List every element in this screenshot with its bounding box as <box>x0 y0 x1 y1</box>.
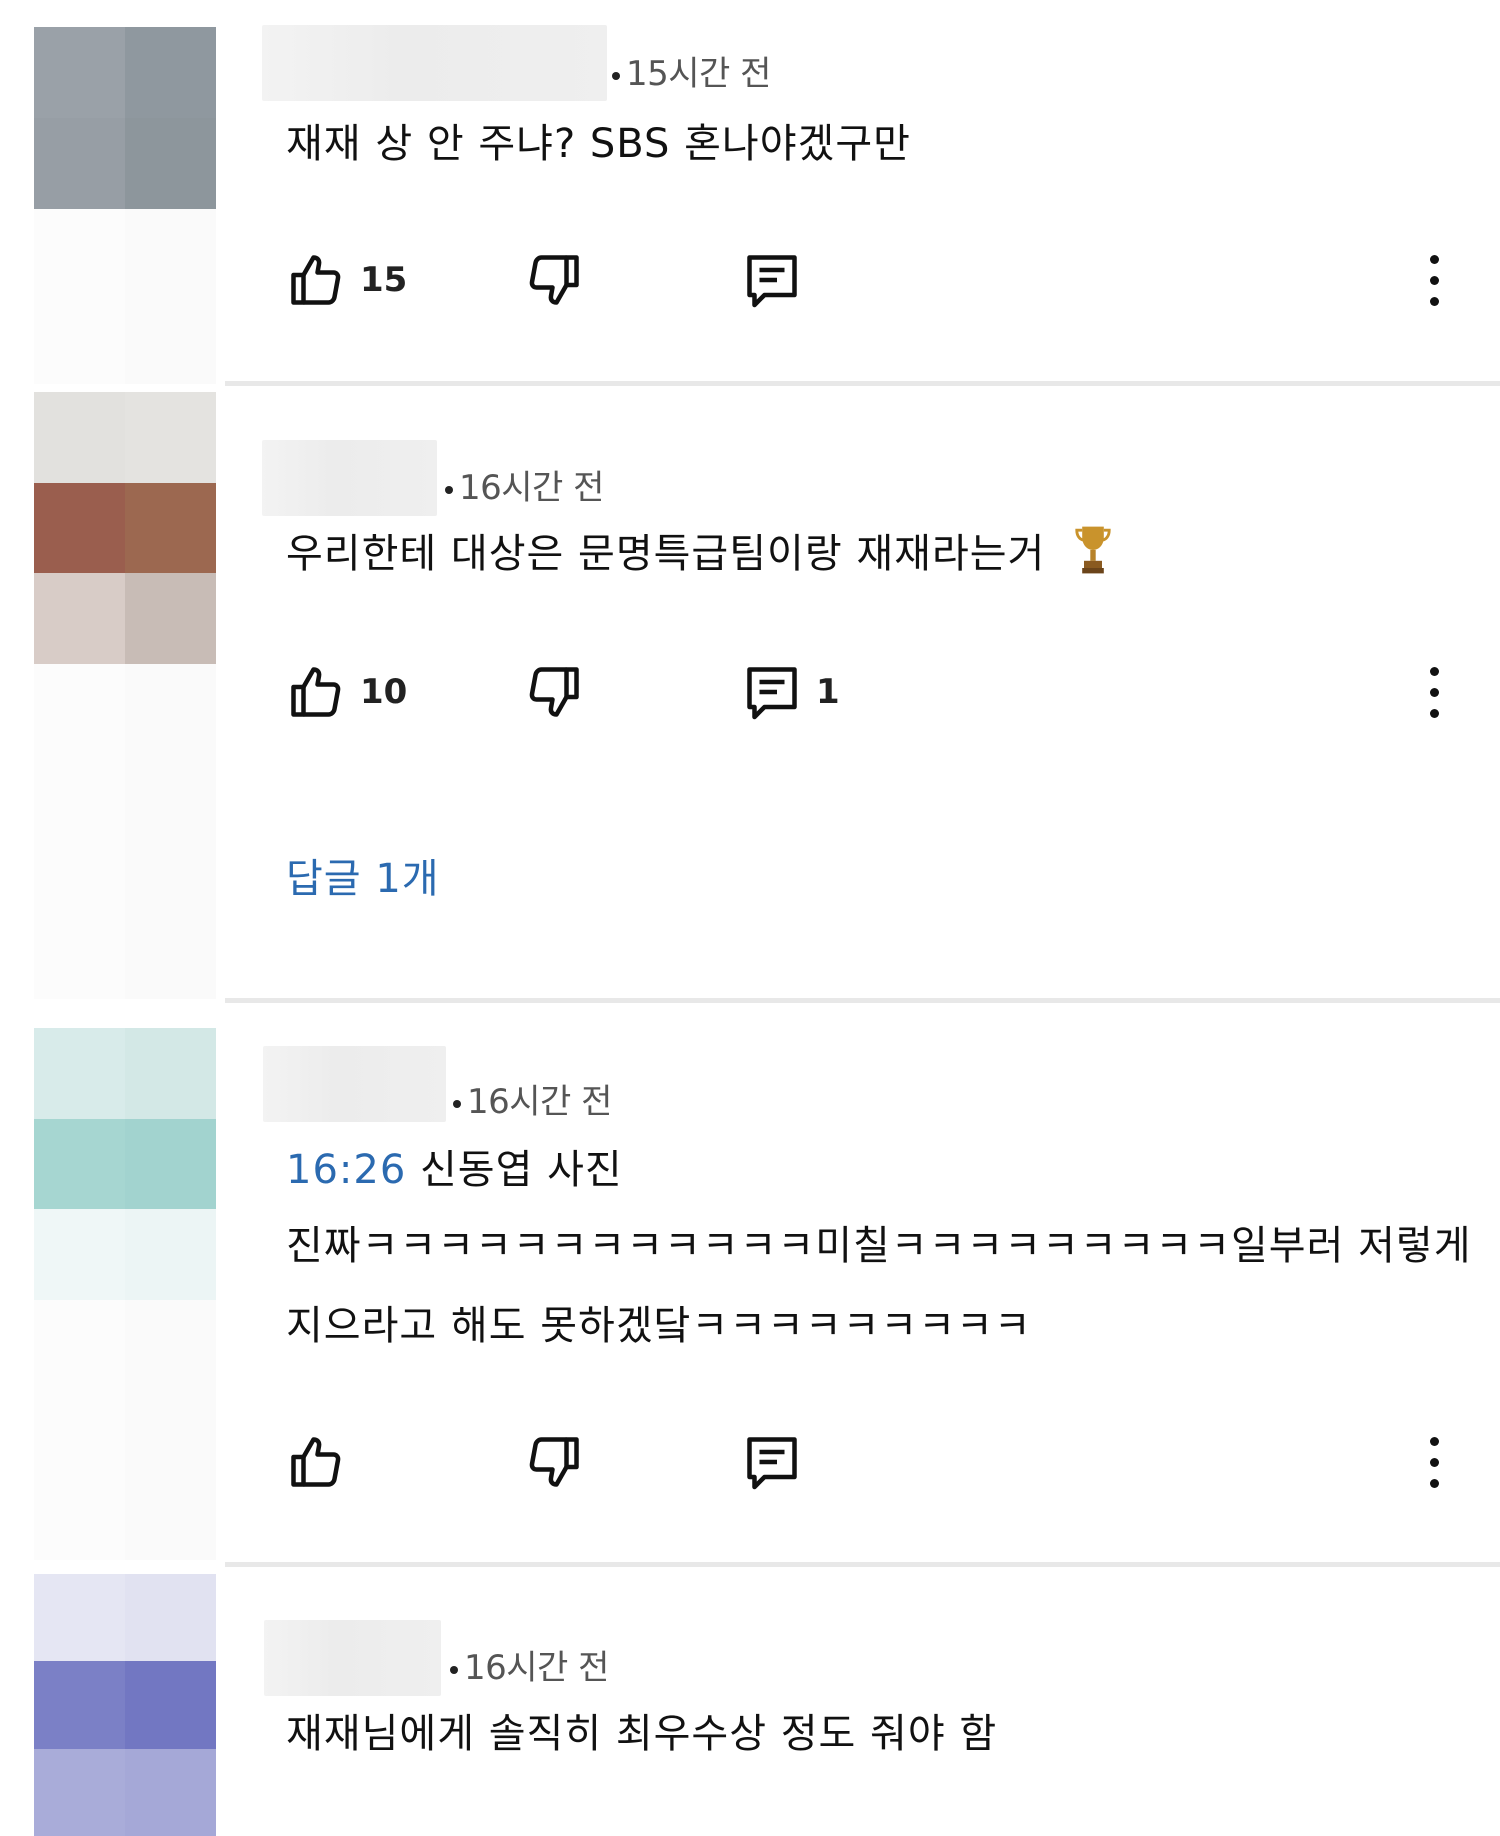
like-count: 10 <box>360 672 408 712</box>
divider <box>225 998 1500 1003</box>
thumbs-down-icon <box>529 667 579 717</box>
divider <box>225 381 1500 386</box>
avatar[interactable] <box>34 1028 216 1300</box>
author-name-redacted[interactable] <box>263 1046 446 1122</box>
avatar-thread-gap <box>34 1300 216 1560</box>
thumbs-up-icon <box>291 667 341 717</box>
comment-text: 재재님에게 솔직히 최우수상 정도 줘야 함 <box>286 1711 998 1757</box>
comment-text: 재재 상 안 주냐? SBS 혼나야겠구만 <box>286 121 911 167</box>
avatar-thread-gap <box>34 209 216 384</box>
comment-timestamp[interactable]: 16시간 전 <box>445 460 604 509</box>
comment-text: 우리한테 대상은 문명특급팀이랑 재재라는거 <box>286 514 1115 594</box>
like-button[interactable]: 15 <box>286 240 407 320</box>
reply-icon <box>747 1437 797 1490</box>
like-button[interactable]: 10 <box>286 652 407 732</box>
author-name-redacted[interactable] <box>262 25 607 101</box>
reply-icon <box>747 667 797 720</box>
comment-timestamp[interactable]: 16시간 전 <box>453 1074 612 1123</box>
comment-timestamp[interactable]: 15시간 전 <box>612 46 771 95</box>
reply-icon <box>747 255 797 308</box>
like-count: 15 <box>360 260 408 300</box>
divider <box>225 1562 1500 1567</box>
trophy-icon <box>1075 526 1111 574</box>
more-options-button[interactable] <box>1412 652 1456 732</box>
reply-button[interactable] <box>742 240 802 320</box>
avatar[interactable] <box>34 1574 216 1836</box>
like-button[interactable] <box>286 1422 360 1502</box>
author-name-redacted[interactable] <box>264 1620 441 1696</box>
avatar[interactable] <box>34 392 216 664</box>
more-vertical-icon <box>1429 1436 1439 1446</box>
view-replies-link[interactable]: 답글 1개 <box>286 846 440 904</box>
thumbs-up-icon <box>291 255 341 305</box>
comment-text-line-2: 진짜ㅋㅋㅋㅋㅋㅋㅋㅋㅋㅋㅋㅋ미칠ㅋㅋㅋㅋㅋㅋㅋㅋㅋ일부러 저렇게 <box>286 1223 1472 1269</box>
comment-actions: 10 1 <box>0 652 1500 732</box>
more-options-button[interactable] <box>1412 1422 1456 1502</box>
thumbs-down-icon <box>529 1437 579 1487</box>
reply-button[interactable] <box>742 1422 802 1502</box>
comment-actions <box>0 1422 1500 1502</box>
reply-count: 1 <box>816 672 840 712</box>
dislike-button[interactable] <box>524 1422 584 1502</box>
avatar-thread-gap <box>34 664 216 999</box>
reply-button[interactable]: 1 <box>742 652 840 732</box>
more-vertical-icon <box>1429 254 1439 264</box>
more-vertical-icon <box>1429 666 1439 676</box>
thumbs-down-icon <box>529 255 579 305</box>
dislike-button[interactable] <box>524 652 584 732</box>
author-name-redacted[interactable] <box>262 440 437 516</box>
thumbs-up-icon <box>291 1437 341 1487</box>
video-timestamp-link[interactable]: 16:26 <box>286 1147 406 1193</box>
more-options-button[interactable] <box>1412 240 1456 320</box>
avatar[interactable] <box>34 27 216 209</box>
comment-text: 16:26 신동엽 사진 <box>286 1147 623 1193</box>
dislike-button[interactable] <box>524 240 584 320</box>
comment-actions: 15 <box>0 240 1500 320</box>
comment-timestamp[interactable]: 16시간 전 <box>450 1640 609 1689</box>
comment-text-line-3: 지으라고 해도 못하겠닼ㅋㅋㅋㅋㅋㅋㅋㅋㅋ <box>286 1303 1032 1349</box>
